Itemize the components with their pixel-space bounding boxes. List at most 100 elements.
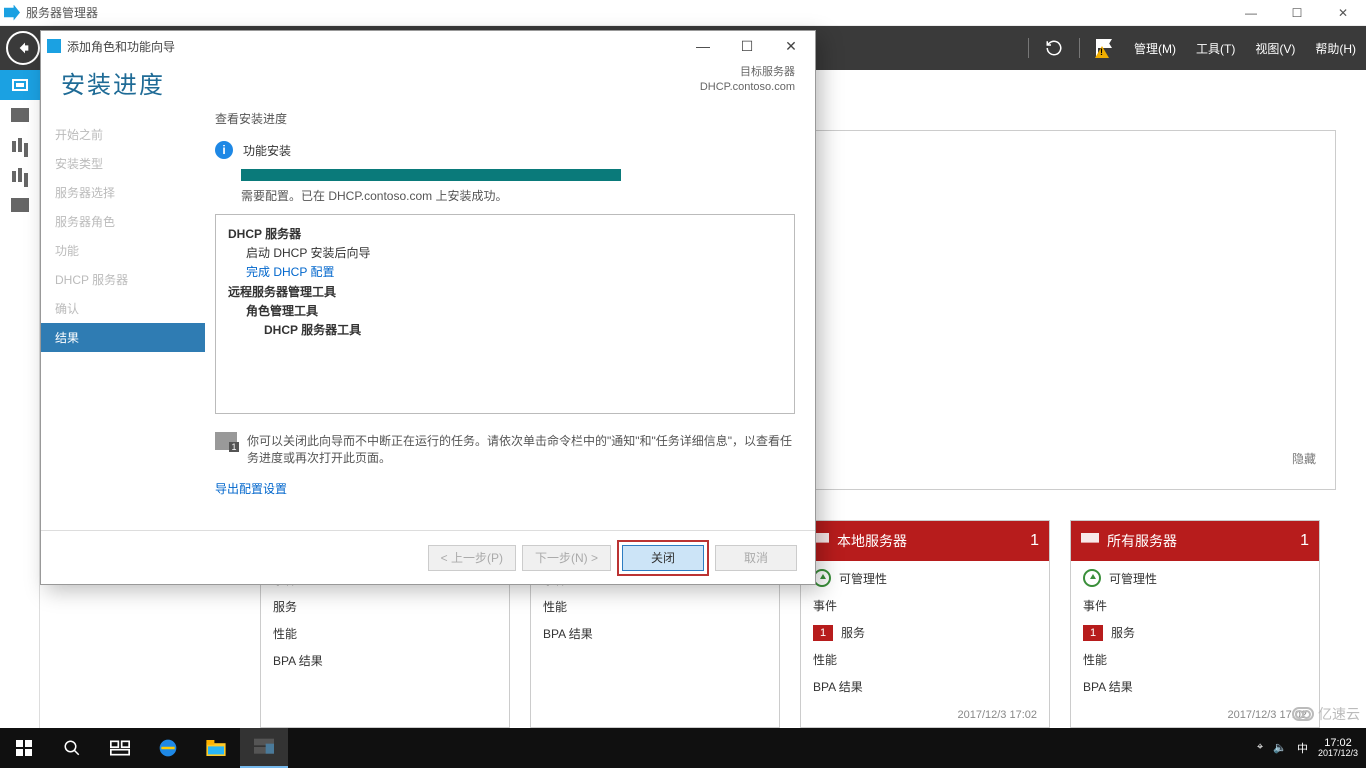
nav-rail (0, 70, 40, 728)
taskbar-ie[interactable] (144, 728, 192, 768)
separator (1028, 38, 1029, 58)
hide-link[interactable]: 隐藏 (1292, 450, 1316, 467)
tile-row[interactable]: 性能 (543, 598, 767, 615)
rail-dashboard[interactable] (0, 70, 40, 100)
export-config-link[interactable]: 导出配置设置 (215, 480, 795, 497)
note-icon (215, 432, 237, 450)
tile-row-manageability[interactable]: 可管理性 (813, 569, 1037, 587)
tile-header[interactable]: 所有服务器 1 (1071, 521, 1319, 561)
error-badge: 1 (813, 625, 833, 641)
tile-row-bpa[interactable]: BPA 结果 (1083, 678, 1307, 695)
tools-menu[interactable]: 工具(T) (1186, 40, 1245, 57)
dialog-titlebar[interactable]: 添加角色和功能向导 ― ☐ ✕ (41, 31, 815, 61)
status-up-icon (1083, 569, 1101, 587)
step-server-selection: 服务器选择 (41, 178, 205, 207)
manage-menu[interactable]: 管理(M) (1124, 40, 1186, 57)
tray-clock[interactable]: 17:02 2017/12/3 (1318, 737, 1358, 759)
search-button[interactable] (48, 728, 96, 768)
next-button: 下一步(N) > (522, 545, 611, 571)
step-before-you-begin: 开始之前 (41, 120, 205, 149)
install-status: i 功能安装 (215, 141, 795, 159)
install-message: 需要配置。已在 DHCP.contoso.com 上安装成功。 (241, 187, 795, 204)
dialog-header: 安装进度 目标服务器 DHCP.contoso.com (41, 61, 815, 110)
target-server-info: 目标服务器 DHCP.contoso.com (700, 65, 795, 96)
step-installation-type: 安装类型 (41, 149, 205, 178)
outer-window-title: 服务器管理器 (26, 4, 98, 21)
servers-icon (1081, 533, 1099, 549)
dialog-maximize-button[interactable]: ☐ (725, 32, 769, 60)
dialog-title: 添加角色和功能向导 (67, 38, 175, 55)
tile-row-events[interactable]: 事件 (1083, 597, 1307, 614)
tile-row-events[interactable]: 事件 (813, 597, 1037, 614)
tile-row-performance[interactable]: 性能 (813, 651, 1037, 668)
view-menu[interactable]: 视图(V) (1245, 40, 1305, 57)
previous-button: < 上一步(P) (428, 545, 516, 571)
task-view-button[interactable] (96, 728, 144, 768)
tile-row[interactable]: 性能 (273, 625, 497, 642)
tray-location-icon[interactable]: ⌖ (1257, 741, 1263, 754)
rail-all-servers[interactable] (0, 130, 40, 160)
target-server-value: DHCP.contoso.com (700, 80, 795, 95)
progress-bar (241, 169, 621, 181)
result-role-admin-tools: 角色管理工具 (228, 302, 782, 321)
help-menu[interactable]: 帮助(H) (1305, 40, 1366, 57)
tile-row[interactable]: 服务 (273, 598, 497, 615)
outer-maximize-button[interactable]: ☐ (1274, 0, 1320, 26)
target-server-label: 目标服务器 (700, 65, 795, 80)
result-dhcp-server: DHCP 服务器 (228, 225, 782, 244)
tile-local-server: 本地服务器 1 可管理性 事件 1服务 性能 BPA 结果 2017/12/3 … (800, 520, 1050, 728)
wizard-icon (47, 39, 61, 53)
tile-row-services[interactable]: 1服务 (813, 624, 1037, 641)
info-icon: i (215, 141, 233, 159)
outer-close-button[interactable]: ✕ (1320, 0, 1366, 26)
error-badge: 1 (1083, 625, 1103, 641)
tile-timestamp: 2017/12/3 17:02 (801, 703, 1049, 727)
tile-row-manageability[interactable]: 可管理性 (1083, 569, 1307, 587)
tile-header[interactable]: 本地服务器 1 (801, 521, 1049, 561)
outer-window-titlebar: 服务器管理器 ― ☐ ✕ (0, 0, 1366, 26)
rail-file-services[interactable] (0, 190, 40, 220)
outer-minimize-button[interactable]: ― (1228, 0, 1274, 26)
tile-row-services[interactable]: 1服务 (1083, 624, 1307, 641)
tile-row-performance[interactable]: 性能 (1083, 651, 1307, 668)
back-button[interactable] (6, 31, 40, 65)
tile-row[interactable]: BPA 结果 (543, 625, 767, 642)
tile-count: 1 (1300, 532, 1309, 550)
taskbar-server-manager[interactable] (240, 728, 288, 768)
tile-timestamp: 2017/12/3 17:02 (1071, 703, 1319, 727)
server-manager-icon (4, 5, 20, 21)
dialog-heading: 安装进度 (61, 65, 165, 100)
notifications-button[interactable] (1086, 39, 1124, 57)
start-button[interactable] (0, 728, 48, 768)
warning-icon (1095, 46, 1109, 58)
add-roles-wizard-dialog: 添加角色和功能向导 ― ☐ ✕ 安装进度 目标服务器 DHCP.contoso.… (40, 30, 816, 585)
step-features: 功能 (41, 236, 205, 265)
dialog-footer: < 上一步(P) 下一步(N) > 关闭 取消 (41, 530, 815, 584)
taskbar-explorer[interactable] (192, 728, 240, 768)
step-dhcp-server: DHCP 服务器 (41, 265, 205, 294)
tile-row-bpa[interactable]: BPA 结果 (813, 678, 1037, 695)
taskbar: ⌖ 🔈 中 17:02 2017/12/3 (0, 728, 1366, 768)
tile-row[interactable]: BPA 结果 (273, 652, 497, 669)
complete-dhcp-config-link[interactable]: 完成 DHCP 配置 (228, 263, 782, 282)
watermark: 亿速云 (1292, 704, 1360, 724)
tray-volume-icon[interactable]: 🔈 (1273, 741, 1287, 754)
install-status-text: 功能安装 (243, 142, 291, 159)
tile-title: 所有服务器 (1107, 531, 1177, 551)
rail-dhcp[interactable] (0, 160, 40, 190)
tile-title: 本地服务器 (837, 531, 907, 551)
step-server-roles: 服务器角色 (41, 207, 205, 236)
close-button-highlight: 关闭 (617, 540, 709, 576)
rail-local-server[interactable] (0, 100, 40, 130)
system-tray[interactable]: ⌖ 🔈 中 17:02 2017/12/3 (1249, 737, 1366, 759)
tray-ime[interactable]: 中 (1297, 740, 1308, 756)
cancel-button: 取消 (715, 545, 797, 571)
dialog-close-button[interactable]: ✕ (769, 32, 813, 60)
close-button[interactable]: 关闭 (622, 545, 704, 571)
wizard-content-pane: 查看安装进度 i 功能安装 需要配置。已在 DHCP.contoso.com 上… (205, 110, 815, 530)
dialog-minimize-button[interactable]: ― (681, 32, 725, 60)
step-confirmation: 确认 (41, 294, 205, 323)
result-rsat: 远程服务器管理工具 (228, 283, 782, 302)
refresh-button[interactable] (1035, 39, 1073, 57)
tile-all-servers: 所有服务器 1 可管理性 事件 1服务 性能 BPA 结果 2017/12/3 … (1070, 520, 1320, 728)
